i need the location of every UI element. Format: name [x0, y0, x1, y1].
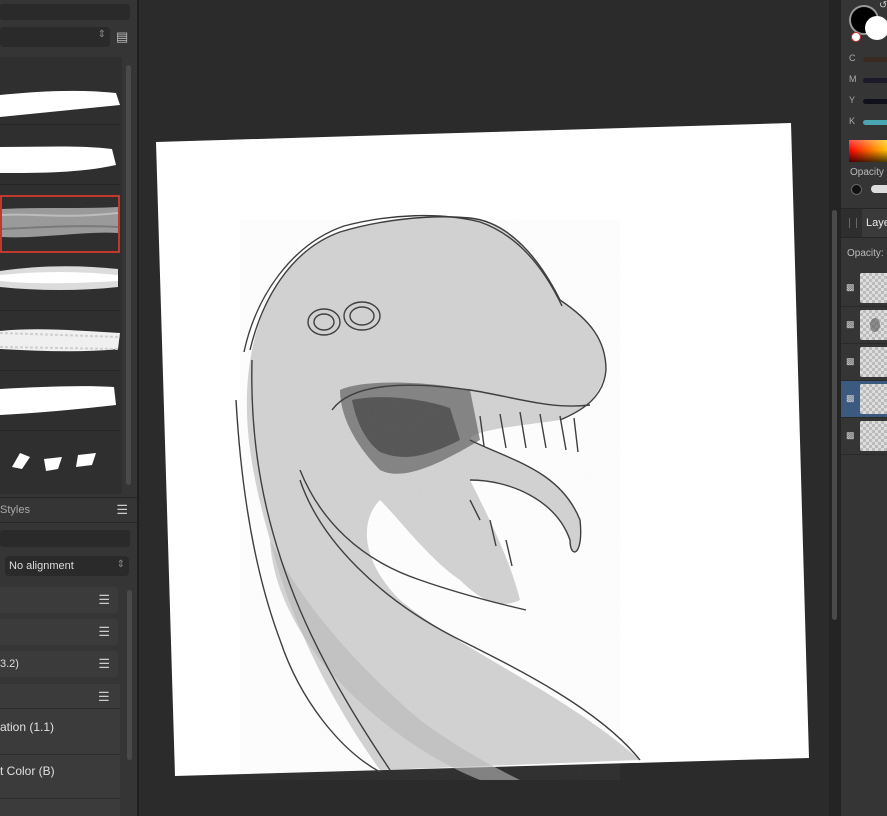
visibility-icon[interactable]: ▩ [846, 356, 856, 367]
brush-stroke-preview [2, 207, 118, 238]
visibility-icon[interactable]: ▩ [846, 282, 856, 293]
layer-row-selected[interactable]: ▩ [841, 381, 887, 418]
brush-list [0, 57, 122, 494]
secondary-color-well[interactable] [865, 16, 887, 40]
channel-y-slider[interactable] [863, 99, 887, 104]
channel-c-label: C [849, 53, 856, 63]
layer-row[interactable]: ▩ [841, 418, 887, 455]
layer-row[interactable]: ▩ [841, 307, 887, 344]
visibility-icon[interactable]: ▩ [846, 430, 856, 441]
brush-stroke-preview [12, 453, 96, 471]
layer-row[interactable]: ▩ [841, 344, 887, 381]
brush-item[interactable] [0, 253, 120, 311]
brush-stroke-preview [0, 90, 120, 117]
layers-tab[interactable]: Layers [862, 209, 887, 237]
layer-thumbnail [860, 384, 887, 414]
layer-thumbnail [860, 421, 887, 451]
brush-item-selected[interactable] [0, 195, 120, 253]
channel-m-slider[interactable] [863, 78, 887, 83]
row-menu-icon[interactable]: ☰ [98, 593, 110, 606]
style-row[interactable]: ☰ [0, 587, 118, 613]
list-view-icon[interactable]: ▤ [116, 29, 129, 45]
panel-grip-icon[interactable] [849, 218, 857, 228]
style-row-label: 3.2) [0, 658, 19, 670]
alignment-select[interactable]: No alignment ⇕ [5, 556, 129, 576]
left-panel: ⇕ ▤ Styles ☰ No alignment ⇕ ☰ ☰ 3.2) ☰ ☰… [0, 0, 137, 816]
brush-item[interactable] [0, 313, 120, 371]
brush-stroke-preview [0, 146, 116, 173]
opacity-label: Opacity [850, 167, 884, 178]
style-item[interactable]: ation (1.1) [0, 720, 54, 734]
updown-chevron-icon: ⇕ [116, 559, 125, 570]
brush-stroke-preview [0, 329, 120, 352]
style-item[interactable]: t Color (B) [0, 764, 55, 778]
visibility-icon[interactable]: ▩ [846, 319, 856, 330]
channel-k-label: K [849, 116, 856, 126]
channel-c-slider[interactable] [863, 57, 887, 62]
layer-thumbnail [860, 273, 887, 303]
canvas-area[interactable] [139, 0, 829, 816]
right-scrollbar[interactable] [832, 210, 837, 620]
opacity-swatch [851, 184, 862, 195]
brush-category-select[interactable]: ⇕ [0, 27, 110, 47]
styles-search-bar[interactable] [0, 530, 130, 547]
document-canvas[interactable] [139, 0, 829, 816]
channel-k-slider[interactable] [863, 120, 887, 125]
styles-tab[interactable]: Styles [0, 504, 30, 516]
brush-item[interactable] [0, 433, 120, 490]
style-detail-panel: ☰ ation (1.1) t Color (B) [0, 684, 120, 816]
row-menu-icon[interactable]: ☰ [98, 657, 110, 670]
row-menu-icon[interactable]: ☰ [98, 625, 110, 638]
layer-thumbnail [860, 347, 887, 377]
right-panel: ↺ C M Y K Opacity Layers Opacity: ▩ ▩ ▩ … [841, 0, 887, 816]
brush-list-scrollbar[interactable] [126, 65, 131, 485]
style-row[interactable]: ☰ [0, 619, 118, 645]
alignment-value: No alignment [9, 560, 74, 572]
visibility-icon[interactable]: ▩ [846, 393, 856, 404]
opacity-slider[interactable] [871, 185, 887, 193]
layer-thumbnail [860, 310, 887, 340]
no-fill-icon[interactable] [851, 32, 861, 42]
brush-item[interactable] [0, 67, 120, 125]
layers-panel-header: Layers [841, 208, 887, 238]
row-menu-icon[interactable]: ☰ [98, 690, 110, 703]
styles-scrollbar[interactable] [127, 590, 132, 760]
layer-opacity-label: Opacity: [847, 248, 884, 259]
brush-item[interactable] [0, 127, 120, 185]
scrollbar-thumb[interactable] [126, 65, 131, 485]
swap-colors-icon[interactable]: ↺ [879, 0, 887, 11]
channel-m-label: M [849, 74, 857, 84]
layer-row[interactable]: ▩ [841, 270, 887, 307]
style-row[interactable]: 3.2) ☰ [0, 651, 118, 677]
brush-search-bar[interactable] [0, 4, 130, 20]
styles-panel-header: Styles ☰ [0, 497, 137, 523]
updown-chevron-icon: ⇕ [97, 29, 106, 40]
panel-menu-icon[interactable]: ☰ [116, 503, 128, 516]
channel-y-label: Y [849, 95, 856, 105]
brush-item[interactable] [0, 373, 120, 431]
brush-stroke-preview [0, 266, 118, 290]
dinosaur-sketch [235, 214, 641, 780]
brush-stroke-preview [0, 386, 116, 415]
